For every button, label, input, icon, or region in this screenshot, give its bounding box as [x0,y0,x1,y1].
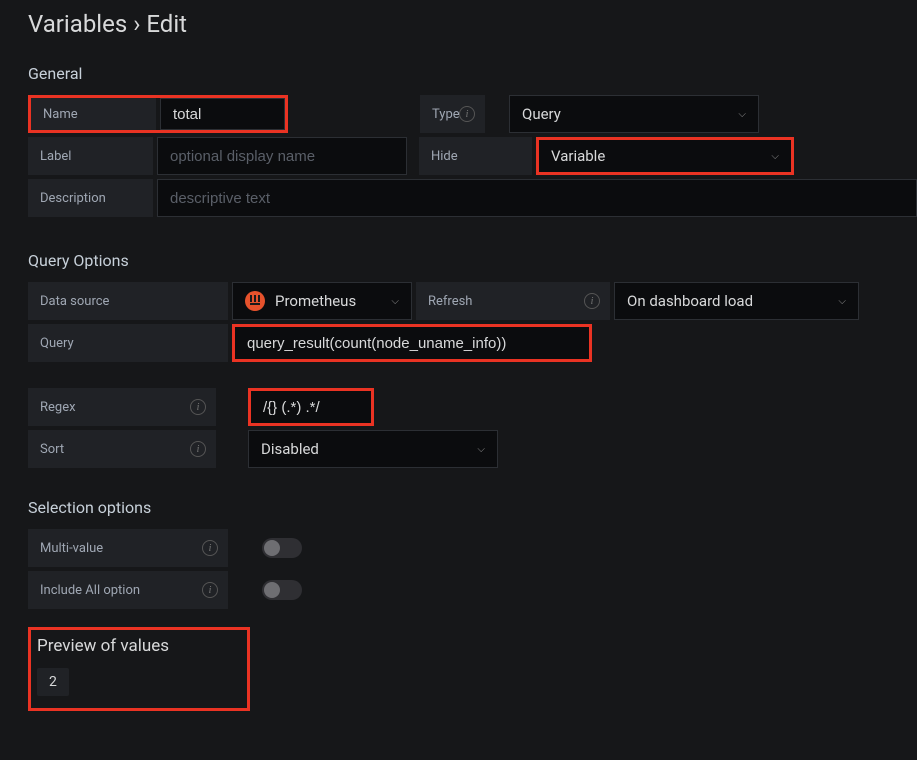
preview-box: Preview of values 2 [28,627,250,711]
multi-value-label-text: Multi-value [40,541,103,556]
name-label: Name [31,98,156,130]
refresh-label-text: Refresh [428,294,472,309]
row-query: Query [28,324,917,362]
chevron-down-icon: ⌵ [771,151,779,162]
row-datasource-refresh: Data source Prometheus ⌵ Refresh i On da… [28,282,917,320]
info-icon[interactable]: i [190,441,206,457]
section-query-options: Query Options [28,251,917,270]
type-select-value: Query [522,105,561,123]
datasource-select[interactable]: Prometheus ⌵ [232,282,412,320]
sort-select[interactable]: Disabled ⌵ [248,430,498,468]
include-all-toggle[interactable] [262,580,302,600]
description-label: Description [28,179,153,217]
row-regex: Regex i [28,388,917,426]
regex-label-text: Regex [40,400,76,415]
type-label: Type i [420,95,485,133]
chevron-down-icon: ⌵ [477,444,485,455]
toggle-knob [264,540,280,556]
section-general: General [28,64,917,83]
section-selection-options: Selection options [28,498,917,517]
prometheus-icon [245,291,265,311]
row-label-hide: Label Hide Variable ⌵ [28,137,917,175]
type-select[interactable]: Query ⌵ [509,95,759,133]
sort-value: Disabled [261,440,319,458]
chevron-down-icon: ⌵ [738,109,746,120]
info-icon[interactable]: i [190,399,206,415]
breadcrumb: Variables › Edit [28,10,917,38]
refresh-label: Refresh i [416,282,610,320]
hide-select-value: Variable [551,147,605,165]
name-input[interactable] [160,98,285,130]
multi-value-label: Multi-value i [28,529,228,567]
row-sort: Sort i Disabled ⌵ [28,430,917,468]
chevron-down-icon: ⌵ [391,296,399,307]
label-label: Label [28,137,153,175]
info-icon[interactable]: i [584,293,600,309]
description-input[interactable] [157,179,917,217]
hide-select[interactable]: Variable ⌵ [536,137,794,175]
toggle-knob [264,582,280,598]
regex-label: Regex i [28,388,216,426]
hide-label: Hide [419,137,532,175]
sort-label-text: Sort [40,442,64,457]
row-include-all: Include All option i [28,571,917,609]
name-group-highlight: Name [28,95,288,133]
label-input[interactable] [157,137,407,175]
row-description: Description [28,179,917,217]
include-all-label-text: Include All option [40,583,140,598]
info-icon[interactable]: i [202,540,218,556]
type-label-text: Type [432,107,460,122]
variable-edit-page: Variables › Edit General Name Type i Que… [0,0,917,711]
selection-options-rows: Multi-value i Include All option i [28,529,917,609]
multi-value-toggle[interactable] [262,538,302,558]
regex-input[interactable] [248,388,374,426]
row-name-type: Name Type i Query ⌵ [28,95,917,133]
preview-title: Preview of values [37,636,241,656]
query-input[interactable] [232,324,592,362]
info-icon[interactable]: i [202,582,218,598]
sort-label: Sort i [28,430,216,468]
refresh-value: On dashboard load [627,292,753,310]
general-rows: Name Type i Query ⌵ Label Hide Variable … [28,95,917,217]
query-options-rows: Data source Prometheus ⌵ Refresh i On da… [28,282,917,468]
spacer [292,95,416,133]
chevron-down-icon: ⌵ [838,296,846,307]
refresh-select[interactable]: On dashboard load ⌵ [614,282,859,320]
row-multi-value: Multi-value i [28,529,917,567]
query-label: Query [28,324,228,362]
preview-chip[interactable]: 2 [37,668,69,696]
datasource-value: Prometheus [275,292,356,310]
datasource-label: Data source [28,282,228,320]
info-icon[interactable]: i [459,106,475,122]
include-all-label: Include All option i [28,571,228,609]
